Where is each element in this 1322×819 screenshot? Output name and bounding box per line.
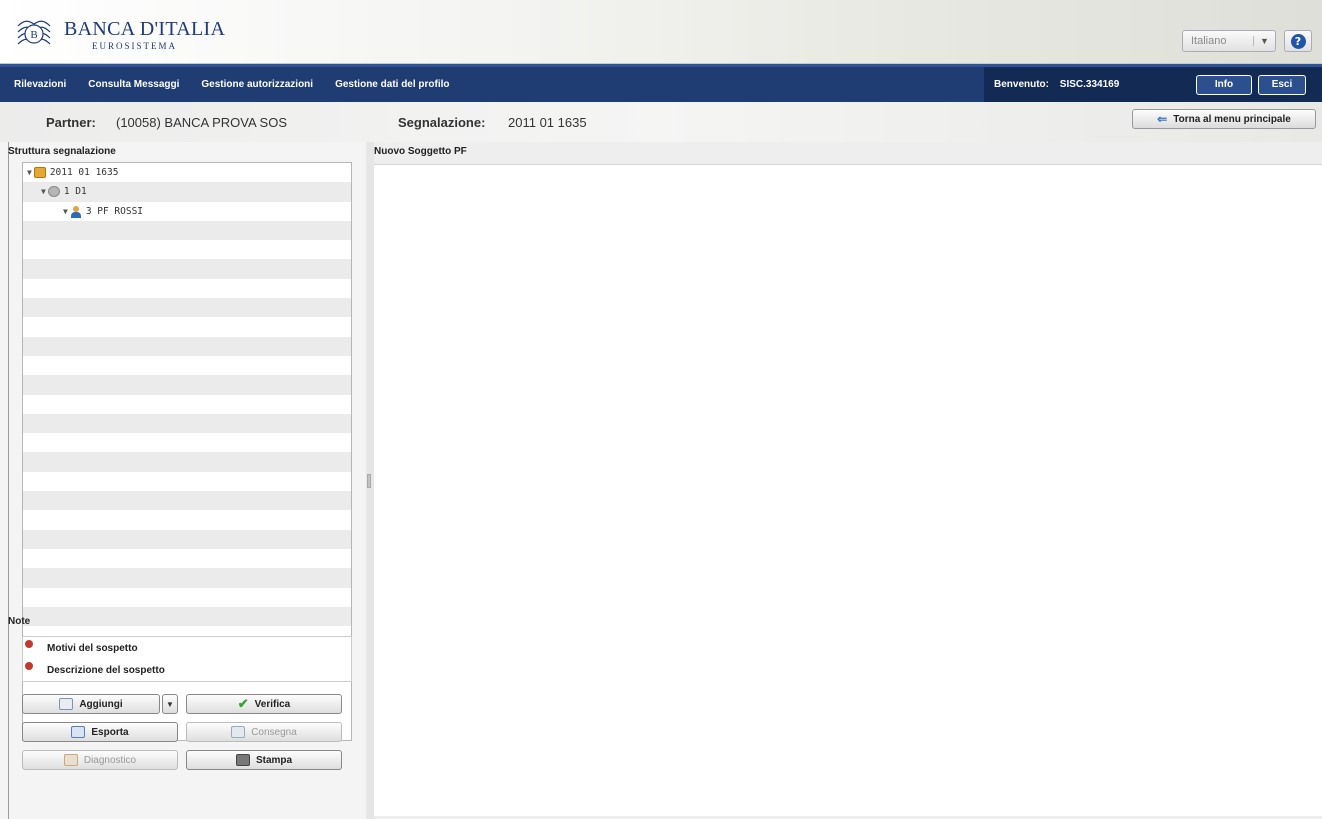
left-panel: Struttura segnalazione ▼ 2011 01 1635 ▼ … xyxy=(8,142,358,819)
tree-empty-row xyxy=(23,336,351,356)
main-navbar: Rilevazioni Consulta Messaggi Gestione a… xyxy=(0,64,1322,102)
tree-empty-row xyxy=(23,491,351,511)
tree-empty-row xyxy=(23,529,351,549)
welcome-label: Benvenuto: xyxy=(994,79,1049,90)
tree-node-label: 2011 01 1635 xyxy=(49,167,119,179)
app-header: B BANCA D'ITALIA EUROSISTEMA Italiano ▼ … xyxy=(0,0,1322,64)
tree-empty-row xyxy=(23,375,351,395)
logo-title: BANCA D'ITALIA xyxy=(64,17,226,40)
info-button[interactable]: Info xyxy=(1196,74,1252,95)
tree-empty-row xyxy=(23,298,351,318)
tree-empty-row xyxy=(23,472,351,491)
tree-node-pf-rossi[interactable]: ▼ 3 PF ROSSI xyxy=(23,202,351,221)
splitter-grip-icon[interactable] xyxy=(367,474,371,488)
back-to-menu-button[interactable]: ⇐ Torna al menu principale xyxy=(1132,109,1316,129)
tree-empty-row xyxy=(23,240,351,259)
tree-empty-row xyxy=(23,568,351,588)
help-icon: ? xyxy=(1290,33,1306,49)
export-button[interactable]: Esporta xyxy=(22,722,178,742)
expand-triangle-icon[interactable]: ▼ xyxy=(41,187,46,196)
add-dropdown-button[interactable]: ▼ xyxy=(162,694,178,714)
export-button-label: Esporta xyxy=(91,726,129,738)
tree-empty-row xyxy=(23,549,351,568)
nav-gestione-dati-profilo[interactable]: Gestione dati del profilo xyxy=(335,79,449,90)
main-panel-title: Nuovo Soggetto PF xyxy=(374,146,467,157)
logo-subtitle: EUROSISTEMA xyxy=(92,40,178,51)
folder-icon xyxy=(33,167,46,179)
help-button[interactable]: ? xyxy=(1284,30,1312,52)
notes-list: Motivi del sospetto Descrizione del sosp… xyxy=(22,636,352,682)
add-icon xyxy=(59,698,74,710)
tree-empty-row xyxy=(23,356,351,375)
bank-emblem-icon: B xyxy=(17,20,51,45)
tree-node-report[interactable]: ▼ 2011 01 1635 xyxy=(23,163,351,182)
note-label: Descrizione del sospetto xyxy=(47,664,165,676)
welcome-text: Benvenuto: SISC.334169 xyxy=(994,79,1190,90)
deliver-button[interactable]: Consegna xyxy=(186,722,342,742)
back-arrow-icon: ⇐ xyxy=(1157,112,1168,126)
print-button[interactable]: Stampa xyxy=(186,750,342,770)
export-icon xyxy=(71,726,86,738)
note-item[interactable]: Descrizione del sospetto xyxy=(23,659,351,681)
nav-gestione-autorizzazioni[interactable]: Gestione autorizzazioni xyxy=(201,79,313,90)
panel-splitter[interactable] xyxy=(366,142,374,819)
partner-value: (10058) BANCA PROVA SOS xyxy=(116,115,287,130)
add-button-label: Aggiungi xyxy=(79,698,123,710)
person-icon xyxy=(70,205,82,218)
tree-empty-row xyxy=(23,279,351,298)
partner-label: Partner: xyxy=(46,115,96,130)
print-button-label: Stampa xyxy=(255,754,293,766)
tree-empty-row xyxy=(23,433,351,452)
main-panel: Nuovo Soggetto PF xyxy=(374,142,1322,819)
tree-empty-row xyxy=(23,317,351,336)
verify-button[interactable]: ✔ Verifica xyxy=(186,694,342,714)
user-area: Benvenuto: SISC.334169 Info Esci xyxy=(984,67,1322,102)
check-icon: ✔ xyxy=(237,696,249,711)
tree-empty-row xyxy=(23,510,351,529)
language-value: Italiano xyxy=(1191,35,1227,47)
add-button[interactable]: Aggiungi xyxy=(22,694,160,714)
tree-empty-row xyxy=(23,413,351,434)
gear-icon xyxy=(47,186,60,198)
status-dot-icon xyxy=(25,662,33,670)
tree-empty-row xyxy=(23,452,351,472)
segnalazione-label: Segnalazione: xyxy=(398,115,486,130)
logout-button[interactable]: Esci xyxy=(1258,74,1306,95)
language-select[interactable]: Italiano ▼ xyxy=(1182,30,1276,52)
back-button-label: Torna al menu principale xyxy=(1173,113,1291,125)
expand-triangle-icon[interactable]: ▼ xyxy=(27,168,32,177)
chevron-down-icon[interactable]: ▼ xyxy=(1253,36,1275,46)
expand-triangle-icon[interactable]: ▼ xyxy=(63,207,68,216)
tree-node-label: 1 D1 xyxy=(63,186,87,198)
structure-title: Struttura segnalazione xyxy=(8,146,116,157)
status-dot-icon xyxy=(25,640,33,648)
bank-logo: B BANCA D'ITALIA EUROSISTEMA xyxy=(14,16,225,52)
main-content-area xyxy=(374,164,1322,816)
diagnostic-button[interactable]: Diagnostico xyxy=(22,750,178,770)
notes-title: Note xyxy=(8,616,31,627)
diagnostic-button-label: Diagnostico xyxy=(83,754,137,766)
partner-bar: Partner: (10058) BANCA PROVA SOS Segnala… xyxy=(0,102,1322,142)
tree-node-d1[interactable]: ▼ 1 D1 xyxy=(23,182,351,202)
chevron-down-icon: ▼ xyxy=(166,699,174,709)
tree-empty-row xyxy=(23,259,351,279)
tree-empty-row xyxy=(23,606,351,627)
verify-button-label: Verifica xyxy=(254,698,291,710)
tree-empty-row xyxy=(23,588,351,607)
segnalazione-value: 2011 01 1635 xyxy=(508,115,587,130)
svg-text:B: B xyxy=(30,29,37,41)
diagnostic-icon xyxy=(63,754,78,766)
user-id: SISC.334169 xyxy=(1059,79,1120,90)
deliver-icon xyxy=(231,726,246,738)
tree-empty-row xyxy=(23,220,351,241)
deliver-button-label: Consegna xyxy=(251,726,297,738)
nav-rilevazioni[interactable]: Rilevazioni xyxy=(14,79,66,90)
note-label: Motivi del sospetto xyxy=(47,642,138,654)
nav-consulta-messaggi[interactable]: Consulta Messaggi xyxy=(88,79,179,90)
note-item[interactable]: Motivi del sospetto xyxy=(23,637,351,659)
printer-icon xyxy=(235,754,250,766)
tree-empty-row xyxy=(23,395,351,414)
tree-node-label: 3 PF ROSSI xyxy=(85,205,144,217)
